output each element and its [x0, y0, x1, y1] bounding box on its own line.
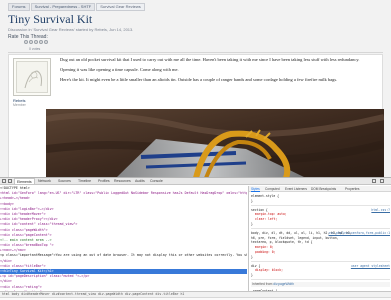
breadcrumb-gear-reviews[interactable]: Survival Gear Reviews [96, 3, 145, 11]
post-paragraph: Opening it was like opening a time capsu… [60, 67, 179, 72]
dom-node-text: ▾<div class="breadBoxTop "> [0, 243, 54, 248]
dom-node-text: ▾<div class="rating"> [0, 284, 42, 289]
star-icon[interactable] [34, 40, 38, 44]
inherited-label: Inherited from [252, 281, 274, 286]
webpage: Forums Survival - Preparedness - SHTF Su… [0, 0, 391, 177]
dom-node-text: <!-- main content area --> [0, 237, 52, 242]
first-post: Rebels Member Dug out an old pocket surv… [8, 54, 384, 177]
css-rule-close: } [251, 273, 253, 278]
dock-icon[interactable] [380, 179, 384, 183]
kit-photo[interactable] [46, 109, 384, 177]
css-rule-close: } [251, 198, 253, 203]
page-title: Tiny Survival Kit [8, 12, 93, 26]
styles-tabbar: Styles Computed Event Listeners DOM Brea… [249, 186, 391, 192]
inspect-icon[interactable] [2, 179, 6, 183]
dom-node-text: ▾<div id="headerMover"> [0, 211, 46, 216]
dom-node-text: ▾<div id="content" class="thread_view"> [0, 222, 78, 227]
dom-node-text: ▸<p id="pageDescription" class="muted ">… [0, 274, 90, 279]
inherited-link[interactable]: div.pageWidth [273, 282, 294, 286]
tab-dom-breakpoints[interactable]: DOM Breakpoints [311, 186, 336, 192]
devtools-footer: html body div#headerMover div#content.th… [0, 291, 391, 300]
css-rule[interactable]: div {user agent stylesheet display: block… [251, 264, 390, 280]
tab-audits[interactable]: Audits [135, 178, 145, 184]
settings-icon[interactable] [372, 179, 376, 183]
css-rule[interactable]: element.style {} [251, 194, 390, 206]
css-rule[interactable]: body, div, dl, dt, dd, ul, ol, li, h1, h… [251, 231, 390, 262]
dom-node-text: ▾<div id="loginBar">…</div> [0, 206, 54, 211]
vote-count: 0 votes [29, 47, 41, 51]
css-rules[interactable]: element.style {} section {html.css:? margi… [251, 194, 390, 300]
star-icon[interactable] [39, 40, 43, 44]
star-icon[interactable] [24, 40, 28, 44]
tab-resources[interactable]: Resources [114, 178, 131, 184]
dom-node-text: ▾<h1>Tiny Survival Kit</h1> [0, 269, 54, 273]
tab-event-listeners[interactable]: Event Listeners [285, 186, 307, 192]
dom-node-text: <!DOCTYPE html> [0, 186, 30, 190]
rating-stars[interactable] [24, 40, 50, 45]
thread-byline: Discussion in 'Survival Gear Reviews' st… [8, 27, 134, 32]
dom-node-text: ▸<head>…</head> [0, 196, 30, 201]
inherited-header: Inherited from div.pageWidth [251, 281, 390, 287]
post-paragraph: Dug out an old pocket survival kit that … [60, 57, 360, 62]
dom-node-text: <html id="XenForo" lang="en-US" dir="LTR… [0, 191, 247, 196]
css-source-link[interactable]: css.php?css=xenforo,form,public:1 [329, 231, 390, 236]
dom-node-text: ▸<div id="headerProxy"></div> [0, 217, 58, 222]
dom-node-text: ▾<div class="pageContent"> [0, 232, 52, 237]
tab-computed[interactable]: Computed [265, 186, 280, 192]
dom-node[interactable]: <p class="importantMessage">You are usin… [0, 253, 247, 258]
dom-node-text: ▾<div class="pageWidth"> [0, 227, 48, 232]
photo-image [46, 109, 384, 177]
avatar-image [16, 61, 48, 93]
css-rule-close: } [251, 254, 253, 259]
tab-sources[interactable]: Sources [58, 178, 71, 184]
dom-tree[interactable]: <!DOCTYPE html> <html id="XenForo" lang="… [0, 186, 247, 291]
star-icon[interactable] [44, 40, 48, 44]
css-rule-close: } [251, 221, 253, 226]
tab-network[interactable]: Network [38, 178, 51, 184]
breadcrumb: Forums Survival - Preparedness - SHTF Su… [8, 3, 145, 11]
devtools-tabbar: Elements Network Sources Timeline Profil… [0, 178, 391, 185]
styles-pane: Styles Computed Event Listeners DOM Brea… [248, 186, 391, 300]
tab-styles[interactable]: Styles [251, 186, 260, 192]
console-drawer-icon[interactable] [8, 179, 12, 183]
css-rule[interactable]: section {html.css:? margin-top: auto; clea… [251, 208, 390, 229]
dom-node-text: <p class="importantMessage">You are usin… [0, 253, 247, 258]
breadcrumb-survival[interactable]: Survival - Preparedness - SHTF [30, 3, 96, 11]
tab-profiles[interactable]: Profiles [98, 178, 110, 184]
avatar[interactable] [13, 58, 51, 96]
dom-node[interactable]: <html id="XenForo" lang="en-US" dir="LTR… [0, 191, 247, 196]
avatar-sketch-icon [24, 70, 42, 89]
css-source-link[interactable]: user agent stylesheet [351, 264, 390, 269]
dom-node-text: ▸<nav>…</nav> [0, 248, 26, 253]
dom-node-text: ▾<body> [0, 201, 14, 206]
css-source-link[interactable]: html.css:? [371, 208, 390, 213]
dom-node-text: </div> [0, 258, 12, 263]
dom-node-text: ▾<div class="titleBar"> [0, 263, 46, 268]
post-body: Dug out an old pocket survival kit that … [60, 57, 380, 87]
post-user-role: Member [13, 103, 26, 107]
tab-elements[interactable]: Elements [14, 178, 35, 184]
tab-properties[interactable]: Properties [345, 186, 360, 192]
post-paragraph: Here's the kit. It might even be a littl… [60, 77, 338, 82]
devtools-panel: Elements Network Sources Timeline Profil… [0, 177, 391, 300]
dom-node-text: </div> [0, 279, 12, 284]
breadcrumb-forums[interactable]: Forums [8, 3, 30, 11]
tab-timeline[interactable]: Timeline [78, 178, 91, 184]
divider [8, 52, 383, 53]
tab-console[interactable]: Console [150, 178, 163, 184]
star-icon[interactable] [29, 40, 33, 44]
